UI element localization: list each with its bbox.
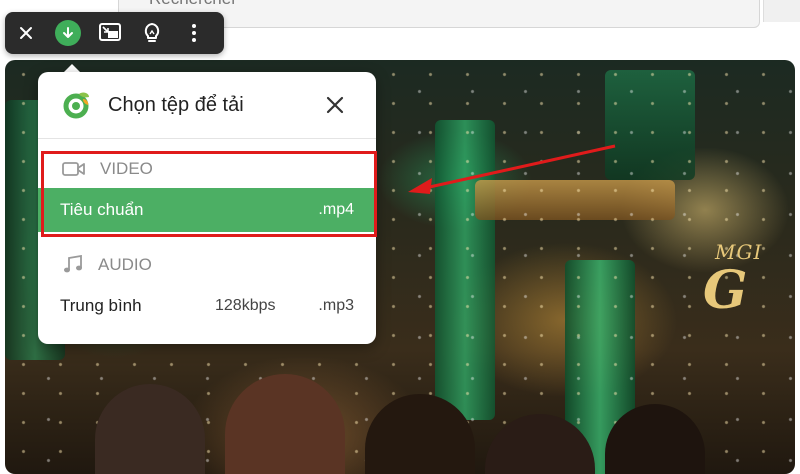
arrow-annotation [408, 144, 616, 194]
